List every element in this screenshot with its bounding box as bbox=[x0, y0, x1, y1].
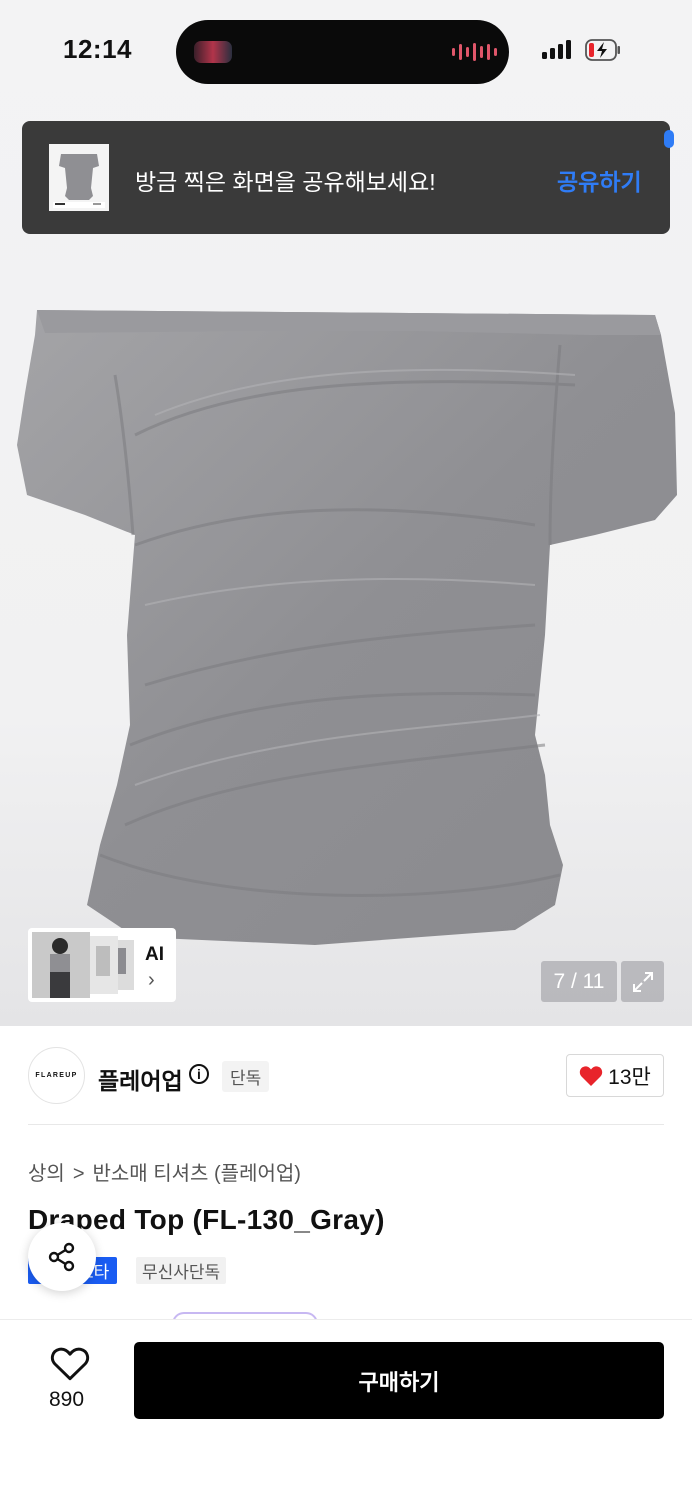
battery-charging-icon bbox=[585, 39, 620, 61]
screenshot-thumbnail[interactable] bbox=[49, 144, 109, 211]
bottom-action-bar: 890 구매하기 bbox=[0, 1319, 692, 1501]
brand-name[interactable]: 플레어업 bbox=[98, 1062, 183, 1096]
status-time: 12:14 bbox=[63, 34, 132, 64]
ai-label: AI bbox=[145, 944, 164, 965]
brand-logo[interactable]: FLAREUP bbox=[28, 1047, 85, 1104]
chevron-right-icon: › bbox=[148, 969, 155, 991]
expand-icon bbox=[632, 971, 653, 992]
image-page-indicator: 7 / 11 bbox=[541, 961, 617, 1002]
share-button[interactable] bbox=[28, 1223, 96, 1291]
toast-share-button[interactable]: 공유하기 bbox=[557, 163, 642, 197]
divider bbox=[28, 1124, 664, 1125]
breadcrumb-separator: > bbox=[72, 1163, 85, 1185]
product-photo bbox=[17, 310, 677, 945]
info-icon[interactable]: i bbox=[189, 1064, 209, 1084]
media-thumbnail bbox=[194, 41, 232, 63]
breadcrumb-category[interactable]: 상의 bbox=[28, 1163, 65, 1185]
share-toast: 방금 찍은 화면을 공유해보세요! 공유하기 bbox=[22, 121, 670, 234]
heart-icon bbox=[579, 1065, 603, 1086]
product-image-gallery[interactable]: 12:14 방금 찍은 화면을 공유해보세요! 공유하기 AI › 7 / 11 bbox=[0, 0, 692, 1026]
share-icon bbox=[48, 1242, 75, 1272]
audio-wave-icon bbox=[452, 43, 497, 61]
heart-outline-icon[interactable] bbox=[50, 1346, 90, 1382]
breadcrumb: 상의 > 반소매 티셔츠 (플레어업) bbox=[28, 1157, 301, 1186]
floating-indicator bbox=[664, 130, 674, 148]
breadcrumb-subcategory[interactable]: 반소매 티셔츠 (플레어업) bbox=[93, 1163, 301, 1185]
brand-like-count: 13만 bbox=[608, 1065, 651, 1089]
expand-button[interactable] bbox=[621, 961, 664, 1002]
exclusive-badge: 단독 bbox=[222, 1061, 270, 1092]
ai-thumbnail-stack bbox=[32, 932, 134, 998]
toast-message: 방금 찍은 화면을 공유해보세요! bbox=[135, 169, 436, 195]
brand-like-button[interactable]: 13만 bbox=[566, 1054, 664, 1097]
ai-styling-card[interactable]: AI › bbox=[28, 928, 176, 1002]
tag-musinsa-exclusive: 무신사단독 bbox=[136, 1257, 227, 1284]
dynamic-island bbox=[176, 20, 509, 84]
buy-button[interactable]: 구매하기 bbox=[134, 1342, 664, 1419]
signal-icon bbox=[542, 40, 571, 59]
like-count: 890 bbox=[49, 1388, 85, 1411]
